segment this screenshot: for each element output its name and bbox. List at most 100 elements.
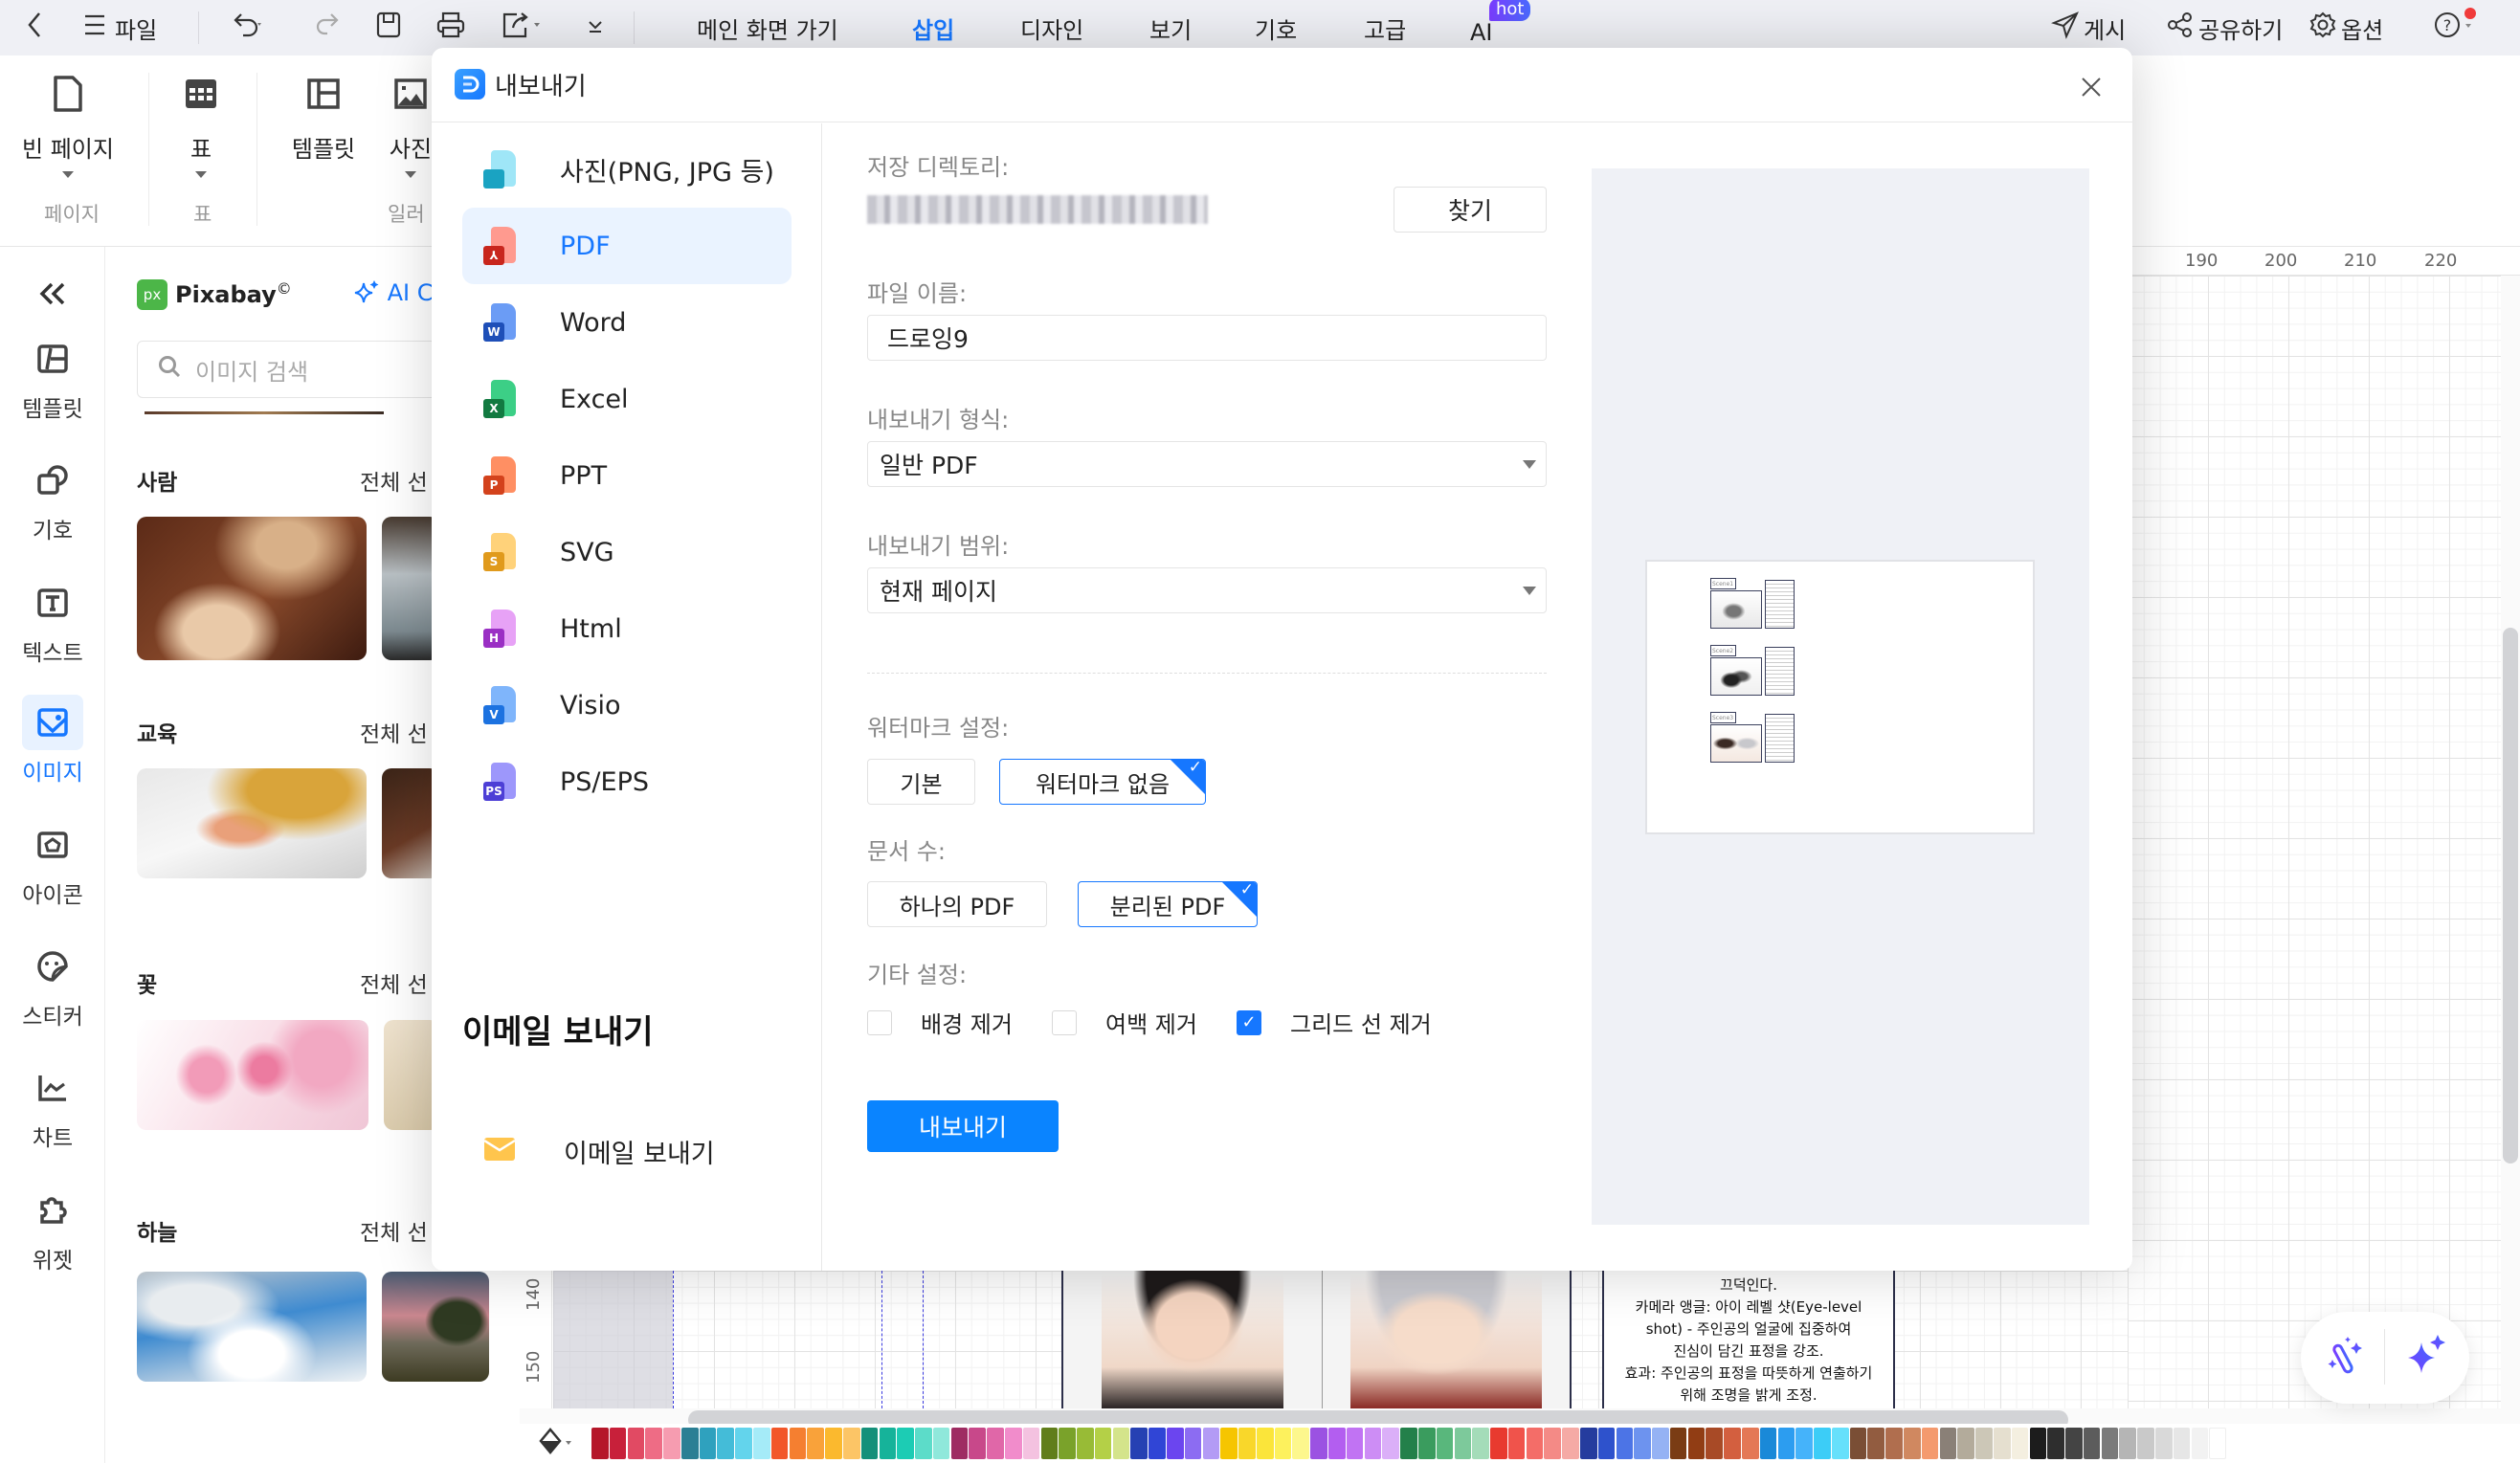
color-swatch[interactable] [1904, 1428, 1921, 1459]
color-swatch[interactable] [2119, 1428, 2136, 1459]
color-swatch[interactable] [807, 1428, 824, 1459]
format-item-ps-eps[interactable]: PS PS/EPS [462, 743, 792, 820]
color-swatch[interactable] [1885, 1428, 1903, 1459]
color-swatch[interactable] [627, 1428, 645, 1459]
view-all-link[interactable]: 전체 선 [360, 966, 428, 999]
sidebar-item-icons[interactable]: 아이콘 [0, 817, 105, 909]
color-swatch[interactable] [770, 1428, 789, 1459]
undo-button[interactable] [232, 0, 264, 55]
redo-button[interactable] [316, 0, 341, 55]
color-swatch[interactable] [1724, 1428, 1741, 1459]
color-swatch[interactable] [987, 1428, 1004, 1459]
color-swatch[interactable] [1939, 1428, 1957, 1459]
color-swatch[interactable] [1328, 1428, 1346, 1459]
color-swatch[interactable] [1544, 1428, 1561, 1459]
color-swatch[interactable] [1310, 1428, 1327, 1459]
sidebar-item-sticker[interactable]: 스티커 [0, 939, 105, 1031]
color-swatch[interactable] [1957, 1428, 1974, 1459]
sidebar-item-symbol[interactable]: 기호 [0, 453, 105, 544]
color-swatch[interactable] [1167, 1428, 1184, 1459]
color-swatch[interactable] [932, 1428, 950, 1459]
color-swatch[interactable] [1597, 1428, 1616, 1459]
sidebar-item-widget[interactable]: 위젯 [0, 1183, 105, 1275]
options-button[interactable]: 옵션 [2308, 0, 2383, 55]
format-item-word[interactable]: W Word [462, 284, 792, 361]
format-item-ppt[interactable]: P PPT [462, 437, 792, 514]
file-menu-button[interactable]: 파일 [82, 0, 157, 55]
ai-assistant-button[interactable] [2404, 1333, 2448, 1381]
color-swatch[interactable] [1022, 1428, 1040, 1459]
color-swatch[interactable] [717, 1428, 735, 1459]
table-button[interactable]: 표 [177, 75, 225, 178]
photo-button[interactable]: 사진 [386, 75, 435, 178]
separate-pdf-option[interactable]: 분리된 PDF ✓ [1078, 881, 1258, 927]
color-swatch[interactable] [1814, 1428, 1831, 1459]
sidebar-item-text[interactable]: 텍스트 [0, 575, 105, 667]
sidebar-item-chart[interactable]: 차트 [0, 1060, 105, 1152]
color-swatch[interactable] [2029, 1428, 2047, 1459]
color-swatch[interactable] [1777, 1428, 1795, 1459]
color-swatch[interactable] [1364, 1428, 1382, 1459]
close-button[interactable] [2079, 61, 2104, 108]
color-swatch[interactable] [1256, 1428, 1274, 1459]
color-swatch[interactable] [789, 1428, 807, 1459]
color-swatch[interactable] [969, 1428, 986, 1459]
color-swatch[interactable] [1184, 1428, 1202, 1459]
color-swatch[interactable] [1669, 1428, 1687, 1459]
color-swatch[interactable] [1562, 1428, 1579, 1459]
color-swatch[interactable] [915, 1428, 932, 1459]
color-swatch[interactable] [663, 1428, 680, 1459]
image-thumbnail[interactable] [137, 1272, 367, 1382]
color-swatch[interactable] [1238, 1428, 1256, 1459]
color-swatch[interactable] [1975, 1428, 1993, 1459]
color-swatch[interactable] [1417, 1428, 1436, 1459]
color-swatch[interactable] [1059, 1428, 1076, 1459]
remove-background-checkbox[interactable]: 배경 제거 [867, 1006, 1013, 1039]
magic-wand-button[interactable] [2328, 1335, 2366, 1383]
color-swatch[interactable] [753, 1428, 770, 1459]
color-swatch[interactable] [1579, 1428, 1597, 1459]
color-swatch[interactable] [2191, 1428, 2209, 1459]
color-swatch[interactable] [1472, 1428, 1489, 1459]
ai-generate-button[interactable]: AI C [353, 279, 434, 306]
blank-page-button[interactable]: 빈 페이지 [17, 75, 119, 178]
color-swatch[interactable] [609, 1428, 627, 1459]
color-swatch[interactable] [1274, 1428, 1292, 1459]
color-swatch[interactable] [1292, 1428, 1310, 1459]
view-all-link[interactable]: 전체 선 [360, 464, 428, 497]
color-swatch[interactable] [1004, 1428, 1022, 1459]
color-swatch[interactable] [2065, 1428, 2083, 1459]
save-button[interactable] [375, 0, 402, 55]
remove-margin-checkbox[interactable]: 여백 제거 [1052, 1006, 1197, 1039]
color-swatch[interactable] [860, 1428, 879, 1459]
watermark-default-option[interactable]: 기본 [867, 759, 975, 805]
color-swatch[interactable] [1921, 1428, 1939, 1459]
export-button[interactable]: 내보내기 [867, 1100, 1059, 1152]
color-swatch[interactable] [1220, 1428, 1238, 1459]
color-swatch[interactable] [2209, 1428, 2226, 1459]
color-swatch[interactable] [1687, 1428, 1706, 1459]
image-thumbnail[interactable] [137, 517, 367, 660]
back-button[interactable] [25, 0, 44, 55]
color-swatch[interactable] [1040, 1428, 1059, 1459]
browse-button[interactable]: 찾기 [1394, 187, 1547, 233]
color-swatch[interactable] [1202, 1428, 1220, 1459]
template-button[interactable]: 템플릿 [285, 75, 362, 164]
vertical-scrollbar[interactable] [2503, 628, 2518, 1164]
color-swatch[interactable] [1077, 1428, 1094, 1459]
color-swatch[interactable] [879, 1428, 897, 1459]
color-swatch[interactable] [699, 1428, 717, 1459]
color-swatch[interactable] [1616, 1428, 1634, 1459]
view-all-link[interactable]: 전체 선 [360, 716, 428, 748]
image-thumbnail[interactable] [137, 768, 367, 878]
view-all-link[interactable]: 전체 선 [360, 1214, 428, 1247]
image-thumbnail[interactable] [382, 768, 439, 878]
color-swatch[interactable] [1993, 1428, 2011, 1459]
image-thumbnail[interactable] [382, 517, 439, 660]
color-swatch[interactable] [1507, 1428, 1526, 1459]
color-swatch[interactable] [1346, 1428, 1364, 1459]
watermark-none-option[interactable]: 워터마크 없음 ✓ [999, 759, 1206, 805]
file-name-input[interactable]: 드로잉9 [867, 315, 1547, 361]
color-swatch[interactable] [2011, 1428, 2029, 1459]
help-button[interactable]: ? [2434, 0, 2476, 55]
